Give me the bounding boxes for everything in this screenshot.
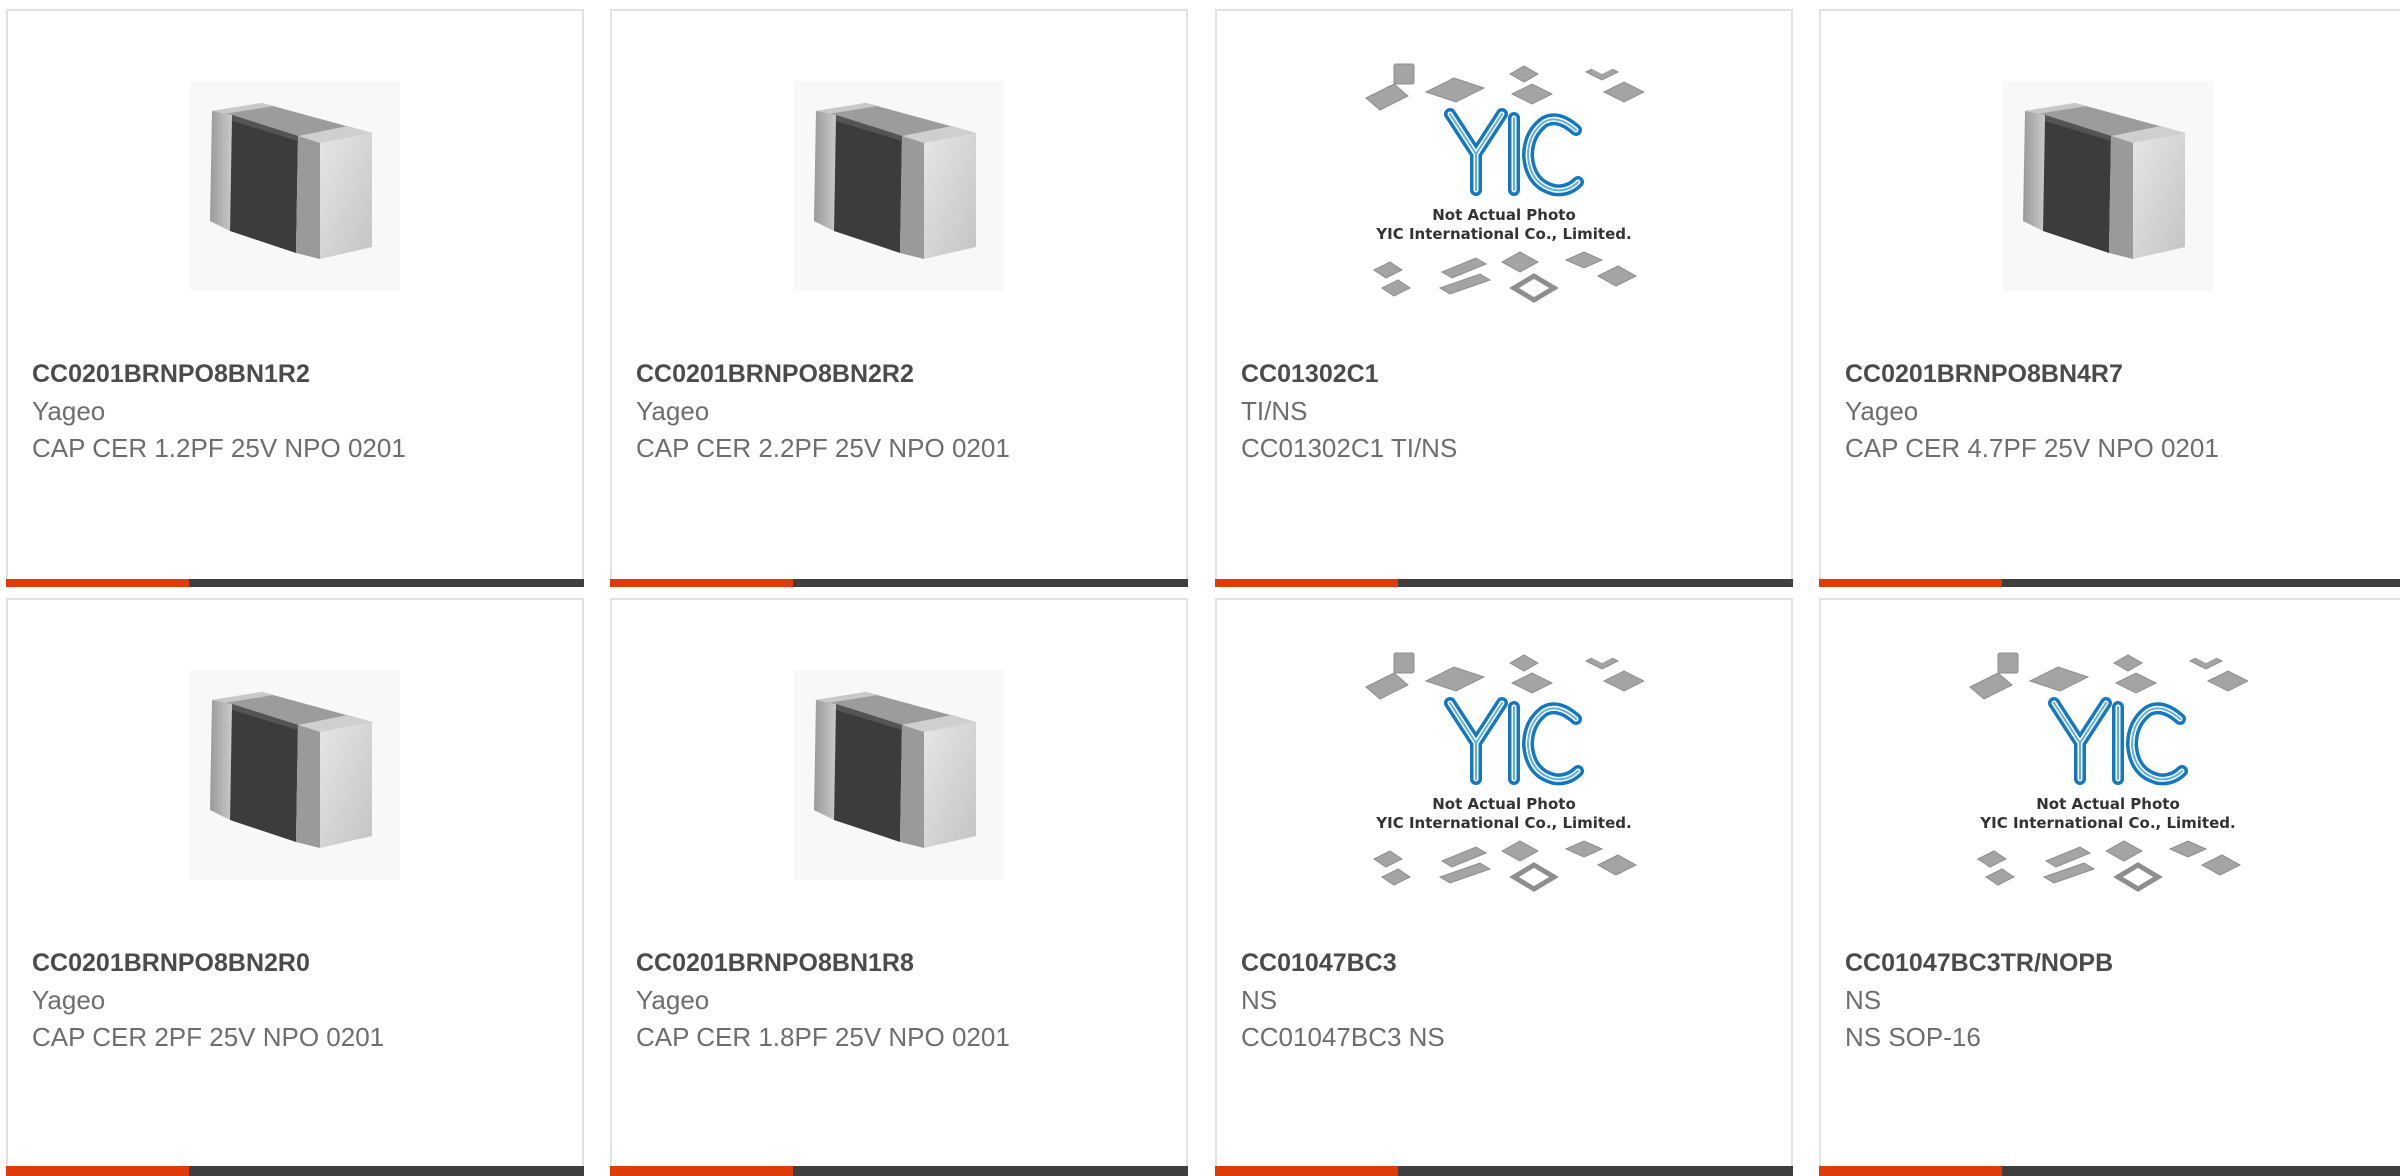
placeholder-line1: Not Actual Photo bbox=[1432, 206, 1576, 224]
part-number-link[interactable]: CC0201BRNPO8BN2R2 bbox=[636, 356, 1166, 393]
card-accent bbox=[1819, 1166, 2002, 1176]
part-number-link[interactable]: CC0201BRNPO8BN4R7 bbox=[1845, 356, 2380, 393]
card-bottom-bar bbox=[1819, 579, 2400, 587]
product-image[interactable] bbox=[8, 71, 582, 301]
card-accent bbox=[6, 579, 189, 587]
card-accent bbox=[610, 1166, 793, 1176]
card-accent bbox=[1819, 579, 2002, 587]
card-accent bbox=[610, 579, 793, 587]
product-description: CAP CER 1.2PF 25V NPO 0201 bbox=[32, 433, 406, 463]
product-card[interactable]: CC0201BRNPO8BN4R7 Yageo CAP CER 4.7PF 25… bbox=[1819, 9, 2400, 587]
manufacturer-label: NS bbox=[1845, 985, 1882, 1015]
part-number-link[interactable]: CC01047BC3 bbox=[1241, 945, 1771, 982]
product-description: CC01047BC3 NS bbox=[1241, 1022, 1445, 1052]
product-card[interactable]: Not Actual Photo YIC International Co., … bbox=[1215, 598, 1793, 1176]
part-number-link[interactable]: CC0201BRNPO8BN1R8 bbox=[636, 945, 1166, 982]
product-card[interactable]: CC0201BRNPO8BN1R2 Yageo CAP CER 1.2PF 25… bbox=[6, 9, 584, 587]
not-actual-photo-placeholder-icon bbox=[1968, 645, 2248, 905]
part-number-link[interactable]: CC01047BC3TR/NOPB bbox=[1845, 945, 2380, 982]
product-image[interactable] bbox=[1821, 71, 2395, 301]
card-bottom-bar bbox=[6, 1166, 584, 1176]
product-image[interactable] bbox=[8, 660, 582, 890]
card-bottom-bar bbox=[1215, 1166, 1793, 1176]
manufacturer-label: Yageo bbox=[32, 985, 106, 1015]
not-actual-photo-placeholder-icon bbox=[1364, 645, 1644, 905]
product-image[interactable] bbox=[612, 71, 1186, 301]
manufacturer-label: Yageo bbox=[32, 396, 106, 426]
product-image[interactable]: Not Actual Photo YIC International Co., … bbox=[1217, 71, 1791, 301]
capacitor-chip-icon bbox=[190, 670, 400, 880]
product-image[interactable]: Not Actual Photo YIC International Co., … bbox=[1217, 660, 1791, 890]
placeholder-line2: YIC International Co., Limited. bbox=[1376, 225, 1632, 243]
part-number-link[interactable]: CC01302C1 bbox=[1241, 356, 1771, 393]
capacitor-chip-icon bbox=[794, 81, 1004, 291]
product-description: CAP CER 4.7PF 25V NPO 0201 bbox=[1845, 433, 2219, 463]
product-card[interactable]: Not Actual Photo YIC International Co., … bbox=[1215, 9, 1793, 587]
manufacturer-label: NS bbox=[1241, 985, 1278, 1015]
capacitor-chip-icon bbox=[190, 81, 400, 291]
product-image[interactable]: Not Actual Photo YIC International Co., … bbox=[1821, 660, 2395, 890]
product-card[interactable]: CC0201BRNPO8BN2R2 Yageo CAP CER 2.2PF 25… bbox=[610, 9, 1188, 587]
product-image[interactable] bbox=[612, 660, 1186, 890]
card-bottom-bar bbox=[1215, 579, 1793, 587]
product-card[interactable]: Not Actual Photo YIC International Co., … bbox=[1819, 598, 2400, 1176]
placeholder-line1: Not Actual Photo bbox=[2036, 795, 2180, 813]
product-description: CAP CER 2.2PF 25V NPO 0201 bbox=[636, 433, 1010, 463]
manufacturer-label: Yageo bbox=[636, 396, 710, 426]
part-number-link[interactable]: CC0201BRNPO8BN2R0 bbox=[32, 945, 562, 982]
capacitor-chip-icon bbox=[2003, 81, 2213, 291]
card-accent bbox=[1215, 1166, 1398, 1176]
card-bottom-bar bbox=[610, 579, 1188, 587]
placeholder-line1: Not Actual Photo bbox=[1432, 795, 1576, 813]
manufacturer-label: TI/NS bbox=[1241, 396, 1308, 426]
product-card[interactable]: CC0201BRNPO8BN1R8 Yageo CAP CER 1.8PF 25… bbox=[610, 598, 1188, 1176]
not-actual-photo-placeholder-icon bbox=[1364, 56, 1644, 316]
product-description: CAP CER 2PF 25V NPO 0201 bbox=[32, 1022, 385, 1052]
placeholder-line2: YIC International Co., Limited. bbox=[1980, 814, 2236, 832]
placeholder-line2: YIC International Co., Limited. bbox=[1376, 814, 1632, 832]
product-description: CC01302C1 TI/NS bbox=[1241, 433, 1458, 463]
manufacturer-label: Yageo bbox=[636, 985, 710, 1015]
product-description: CAP CER 1.8PF 25V NPO 0201 bbox=[636, 1022, 1010, 1052]
capacitor-chip-icon bbox=[794, 670, 1004, 880]
part-number-link[interactable]: CC0201BRNPO8BN1R2 bbox=[32, 356, 562, 393]
product-grid: CC0201BRNPO8BN1R2 Yageo CAP CER 1.2PF 25… bbox=[0, 0, 2400, 1176]
product-description: NS SOP-16 bbox=[1845, 1022, 1981, 1052]
card-bottom-bar bbox=[1819, 1166, 2400, 1176]
card-bottom-bar bbox=[610, 1166, 1188, 1176]
card-bottom-bar bbox=[6, 579, 584, 587]
product-card[interactable]: CC0201BRNPO8BN2R0 Yageo CAP CER 2PF 25V … bbox=[6, 598, 584, 1176]
manufacturer-label: Yageo bbox=[1845, 396, 1919, 426]
card-accent bbox=[1215, 579, 1398, 587]
card-accent bbox=[6, 1166, 189, 1176]
